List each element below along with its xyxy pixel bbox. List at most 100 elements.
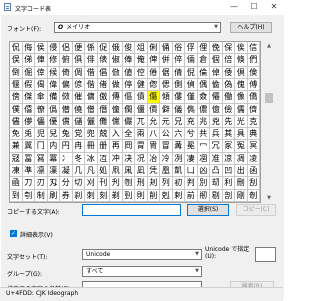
copy-button[interactable]: コピー(C) <box>236 204 276 216</box>
character-cell[interactable]: 凋 <box>235 152 248 166</box>
character-cell[interactable]: 八 <box>147 128 160 141</box>
character-cell[interactable]: 决 <box>122 152 135 166</box>
character-cell[interactable]: 出 <box>235 165 248 178</box>
character-cell[interactable]: 偽 <box>222 78 235 92</box>
character-cell[interactable]: 俵 <box>97 54 110 67</box>
character-cell[interactable]: 冱 <box>97 152 110 166</box>
character-cell[interactable]: 催 <box>72 91 85 104</box>
character-cell[interactable]: 億 <box>210 103 223 116</box>
character-cell[interactable]: 俛 <box>210 42 223 55</box>
character-cell[interactable]: 倣 <box>110 66 123 79</box>
character-cell[interactable]: 侮 <box>22 42 35 55</box>
character-cell[interactable]: 倥 <box>135 66 148 79</box>
character-cell[interactable]: 傴 <box>122 91 135 104</box>
character-cell[interactable]: 僧 <box>85 103 98 116</box>
character-cell[interactable]: 剌 <box>172 189 185 202</box>
character-cell[interactable]: 係 <box>85 42 98 55</box>
character-cell[interactable]: 兼 <box>10 140 23 153</box>
character-cell[interactable]: 倖 <box>35 66 48 79</box>
character-cell[interactable]: 凹 <box>222 165 235 178</box>
character-cell[interactable]: 入 <box>110 128 123 141</box>
character-cell[interactable]: 倬 <box>210 66 223 79</box>
scrollbar-thumb[interactable] <box>265 93 273 103</box>
character-cell[interactable]: 價 <box>147 103 160 116</box>
character-cell[interactable]: 凉 <box>222 152 235 166</box>
character-cell[interactable]: 俯 <box>60 54 73 67</box>
character-cell[interactable]: 冓 <box>172 140 185 153</box>
character-cell[interactable]: 刪 <box>235 177 248 190</box>
character-cell[interactable]: 刷 <box>47 189 60 202</box>
character-cell[interactable]: 僭 <box>97 103 110 116</box>
character-cell[interactable]: 僖 <box>22 103 35 116</box>
character-cell[interactable]: 刊 <box>97 177 110 190</box>
character-cell[interactable]: 典 <box>247 128 260 141</box>
character-cell[interactable]: 冤 <box>235 140 248 153</box>
character-cell[interactable]: 儺 <box>97 115 110 129</box>
character-cell[interactable]: 冢 <box>222 140 235 153</box>
character-cell[interactable]: 凜 <box>47 165 60 178</box>
character-cell[interactable]: 円 <box>60 140 73 153</box>
character-cell[interactable]: 倪 <box>185 66 198 79</box>
character-cell[interactable]: 傅 <box>247 78 260 92</box>
character-cell[interactable]: 儁 <box>185 103 198 116</box>
character-cell[interactable]: 償 <box>60 115 73 129</box>
character-cell[interactable]: 僕 <box>10 103 23 116</box>
character-cell[interactable]: 倭 <box>222 66 235 79</box>
character-cell[interactable]: 刋 <box>110 177 123 190</box>
character-cell[interactable]: 健 <box>135 78 148 92</box>
character-cell[interactable]: 刳 <box>22 189 35 202</box>
character-cell[interactable]: 儚 <box>22 115 35 129</box>
character-cell[interactable]: 公 <box>160 128 173 141</box>
character-cell[interactable]: 初 <box>172 177 185 190</box>
character-cell[interactable]: 傚 <box>60 91 73 104</box>
character-cell[interactable]: 先 <box>222 115 235 129</box>
character-cell[interactable]: 刈 <box>85 177 98 190</box>
character-cell[interactable]: 倶 <box>235 66 248 79</box>
character-cell[interactable]: 函 <box>247 165 260 178</box>
character-cell[interactable]: 偉 <box>47 78 60 92</box>
character-cell[interactable]: 們 <box>247 54 260 67</box>
character-cell[interactable]: 刀 <box>22 177 35 190</box>
character-cell[interactable]: 偶 <box>197 78 210 92</box>
select-button[interactable]: 選択(S) <box>187 204 229 216</box>
character-cell[interactable]: 修 <box>47 54 60 67</box>
character-cell[interactable]: 停 <box>122 78 135 92</box>
character-cell[interactable]: 保 <box>222 42 235 55</box>
character-cell[interactable]: 倡 <box>97 66 110 79</box>
character-cell[interactable]: 俱 <box>72 54 85 67</box>
character-cell[interactable]: 剄 <box>122 189 135 202</box>
character-cell[interactable]: 儷 <box>85 115 98 129</box>
grid-scrollbar[interactable]: ▲ ▼ <box>263 41 275 203</box>
character-cell[interactable]: 克 <box>247 115 260 129</box>
character-cell[interactable]: 冗 <box>210 140 223 153</box>
character-cell[interactable]: 便 <box>72 42 85 55</box>
character-cell[interactable]: 兒 <box>47 128 60 141</box>
character-cell[interactable]: 偵 <box>185 78 198 92</box>
character-cell[interactable]: 僥 <box>72 103 85 116</box>
character-cell[interactable]: 兢 <box>97 128 110 141</box>
character-cell[interactable]: 凅 <box>197 152 210 166</box>
character-cell[interactable]: 侶 <box>60 42 73 55</box>
help-button[interactable]: ヘルプ(H) <box>230 22 272 33</box>
character-cell[interactable]: 俟 <box>235 42 248 55</box>
character-cell[interactable]: 俤 <box>22 54 35 67</box>
character-cell[interactable]: 判 <box>185 177 198 190</box>
advanced-view-checkbox[interactable]: ✓ <box>10 230 17 237</box>
character-cell[interactable]: 兀 <box>135 115 148 129</box>
character-cell[interactable]: 免 <box>10 128 23 141</box>
character-cell[interactable]: 前 <box>185 189 198 202</box>
scroll-down-icon[interactable]: ▼ <box>263 193 275 203</box>
character-cell[interactable]: 偸 <box>210 78 223 92</box>
character-cell[interactable]: 倔 <box>22 66 35 79</box>
character-cell[interactable]: 刻 <box>97 189 110 202</box>
character-cell[interactable]: 僊 <box>210 91 223 104</box>
character-cell[interactable]: 凪 <box>135 165 148 178</box>
character-cell[interactable]: 冑 <box>147 140 160 153</box>
character-cell[interactable]: 儕 <box>247 103 260 116</box>
character-cell[interactable]: 刧 <box>210 177 223 190</box>
character-cell[interactable]: 侃 <box>10 42 23 55</box>
character-cell[interactable]: 冦 <box>10 152 23 166</box>
character-cell[interactable]: 刑 <box>135 177 148 190</box>
character-cell[interactable]: 凩 <box>122 165 135 178</box>
character-cell[interactable]: 凾 <box>10 177 23 190</box>
